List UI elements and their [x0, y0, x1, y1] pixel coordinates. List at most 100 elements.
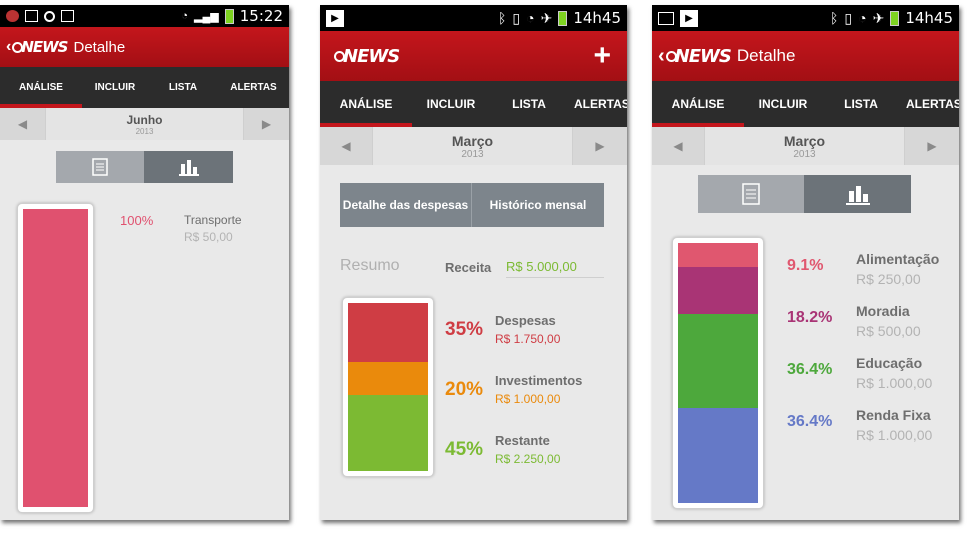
- add-button[interactable]: +: [593, 39, 611, 73]
- vibrate-icon: ▯: [512, 9, 521, 26]
- percent-label: 9.1%: [787, 257, 824, 274]
- previous-month-icon[interactable]: ◀: [652, 127, 704, 165]
- page-title: Detalhe: [73, 38, 126, 56]
- historico-mensal-button[interactable]: Histórico mensal: [472, 183, 604, 227]
- month-name: Junho: [126, 112, 163, 127]
- percent-label: 18.2%: [787, 309, 833, 326]
- settings-icon: [44, 10, 55, 22]
- category-label: Moradia: [856, 303, 910, 319]
- bar-segment: [678, 408, 758, 503]
- tab-incluir[interactable]: INCLUIR: [82, 67, 148, 108]
- image-icon: [658, 11, 674, 25]
- wifi-icon: ◔: [858, 10, 867, 26]
- app-bar: NEWS +: [320, 31, 627, 81]
- category-label: Transporte: [184, 213, 242, 227]
- news-logo: NEWS: [665, 46, 732, 67]
- tab-incluir[interactable]: INCLUIR: [412, 81, 490, 127]
- category-label: Investimentos: [495, 373, 583, 388]
- percent-label: 36.4%: [787, 413, 833, 430]
- detalhe-despesas-button[interactable]: Detalhe das despesas: [340, 183, 472, 227]
- back-icon[interactable]: ‹: [6, 38, 11, 56]
- amount-label: R$ 50,00: [184, 230, 233, 244]
- percent-label: 45%: [445, 439, 484, 460]
- amount-label: R$ 250,00: [856, 271, 921, 287]
- phone-screen-3: ▶ ᛒ ▯ ◔ ✈ 14h45 ‹ NEWS Detalhe ANÁLISE I…: [652, 5, 959, 520]
- percent-label: 36.4%: [787, 361, 833, 378]
- image-icon: [25, 10, 38, 22]
- document-icon: [92, 158, 108, 176]
- tab-incluir[interactable]: INCLUIR: [744, 81, 822, 127]
- next-month-icon[interactable]: ▶: [573, 127, 627, 165]
- play-store-icon: ▶: [326, 9, 344, 27]
- stacked-bar-segments: [348, 303, 428, 471]
- amount-label: R$ 2.250,00: [495, 452, 561, 466]
- tab-alertas[interactable]: ALERTAS: [218, 67, 289, 108]
- month-year: 2013: [135, 126, 154, 136]
- tab-bar: ANÁLISE INCLUIR LISTA ALERTAS: [320, 81, 627, 127]
- stacked-bar: [342, 297, 434, 477]
- month-name: Março: [451, 132, 494, 149]
- receita-label: Receita: [445, 260, 492, 275]
- stacked-bar-segments: [678, 243, 758, 503]
- tab-analise[interactable]: ANÁLISE: [320, 81, 412, 127]
- store-icon: [61, 10, 74, 22]
- tab-lista[interactable]: LISTA: [490, 81, 568, 127]
- airplane-icon: ✈: [540, 9, 553, 26]
- back-icon[interactable]: ‹: [658, 45, 665, 68]
- resumo-label: Resumo: [340, 257, 400, 274]
- stacked-bar: [17, 203, 94, 513]
- bar-segment: [678, 266, 758, 314]
- next-month-icon[interactable]: ▶: [244, 108, 289, 140]
- phone-screen-1: ◔ ▂▄▆ 15:22 ‹ NEWS Detalhe ANÁLISE INCLU…: [0, 5, 289, 520]
- bar-chart-icon: [845, 186, 870, 205]
- view-toggle: [698, 175, 911, 213]
- bar-segment: [23, 209, 88, 507]
- amount-label: R$ 1.750,00: [495, 332, 561, 346]
- list-view-button[interactable]: [56, 151, 144, 183]
- category-label: Despesas: [495, 313, 556, 328]
- month-selector: ◀ Março 2013 ▶: [652, 127, 959, 165]
- tab-analise[interactable]: ANÁLISE: [652, 81, 744, 127]
- phone-screen-2: ▶ ᛒ ▯ ◔ ✈ 14h45 NEWS + ANÁLISE INCLUIR L…: [320, 5, 627, 520]
- category-label: Alimentação: [856, 251, 940, 267]
- bar-segment: [348, 395, 428, 471]
- previous-month-icon[interactable]: ◀: [320, 127, 372, 165]
- chart-view-button[interactable]: [804, 175, 911, 213]
- month-display: Março 2013: [372, 127, 573, 165]
- amount-label: R$ 1.000,00: [495, 392, 561, 406]
- month-selector: ◀ Março 2013 ▶: [320, 127, 627, 165]
- tab-analise[interactable]: ANÁLISE: [0, 67, 82, 108]
- next-month-icon[interactable]: ▶: [905, 127, 959, 165]
- bluetooth-icon: ᛒ: [829, 10, 839, 26]
- tab-alertas[interactable]: ALERTAS: [900, 81, 959, 127]
- receita-value: R$ 5.000,00: [506, 259, 604, 278]
- bar-chart-icon: [178, 160, 199, 176]
- previous-month-icon[interactable]: ◀: [0, 108, 45, 140]
- month-name: Março: [783, 132, 826, 149]
- status-bar: ◔ ▂▄▆ 15:22: [0, 5, 289, 27]
- status-bar: ▶ ᛒ ▯ ◔ ✈ 14h45: [320, 5, 627, 31]
- bar-segment: [678, 243, 758, 267]
- chart-view-button[interactable]: [144, 151, 233, 183]
- app-bar: ‹ NEWS Detalhe: [652, 31, 959, 81]
- month-selector: ◀ Junho 2013 ▶: [0, 108, 289, 140]
- month-year: 2013: [461, 148, 484, 160]
- clock: 15:22: [239, 7, 283, 25]
- notification-icon: [6, 10, 19, 22]
- tab-bar: ANÁLISE INCLUIR LISTA ALERTAS: [652, 81, 959, 127]
- tab-lista[interactable]: LISTA: [148, 67, 218, 108]
- list-view-button[interactable]: [698, 175, 804, 213]
- app-bar: ‹ NEWS Detalhe: [0, 27, 289, 67]
- bluetooth-icon: ᛒ: [497, 10, 507, 26]
- play-store-icon: ▶: [680, 9, 698, 27]
- view-segmented-control: Detalhe das despesas Histórico mensal: [340, 183, 604, 227]
- airplane-icon: ✈: [872, 9, 885, 26]
- amount-label: R$ 500,00: [856, 323, 921, 339]
- percent-label: 35%: [445, 319, 484, 340]
- stacked-bar: [672, 237, 764, 509]
- tab-alertas[interactable]: ALERTAS: [568, 81, 627, 127]
- clock: 14h45: [573, 9, 621, 27]
- tab-lista[interactable]: LISTA: [822, 81, 900, 127]
- bar-segment: [348, 361, 428, 396]
- news-logo: NEWS: [12, 38, 68, 56]
